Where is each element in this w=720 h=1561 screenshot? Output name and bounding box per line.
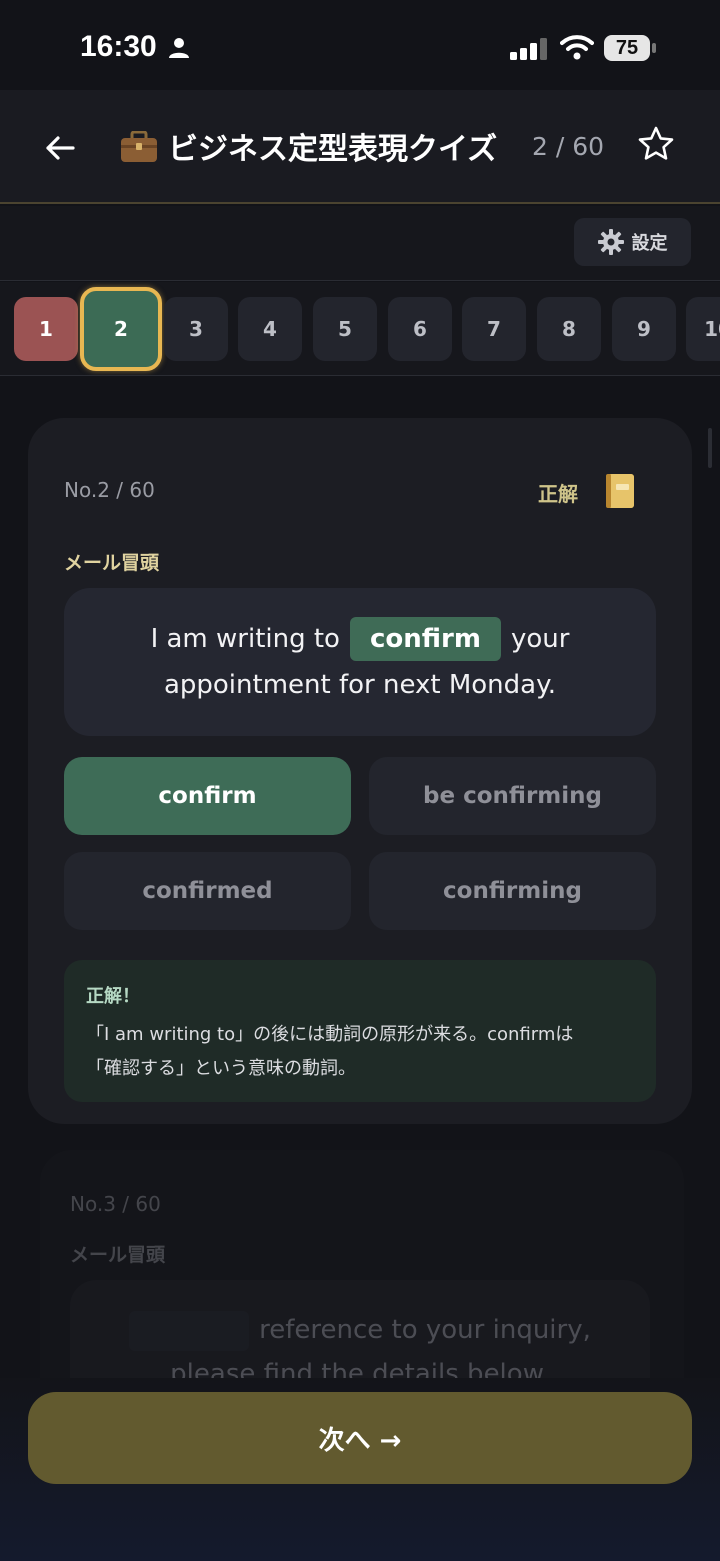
- question-number-strip: 1 2 3 4 5 6 7 8 9 10: [0, 282, 720, 376]
- arrow-left-icon: [46, 136, 75, 160]
- app-header: ビジネス定型表現クイズ 2 / 60: [0, 90, 720, 204]
- question-chip-4[interactable]: 4: [238, 297, 302, 361]
- explanation-box: 正解！ 「I am writing to」の後には動詞の原形が来る。confir…: [64, 960, 656, 1102]
- settings-button[interactable]: 設定: [574, 218, 691, 266]
- question-category: メール冒頭: [64, 552, 160, 574]
- question-chip-1[interactable]: 1: [14, 297, 78, 361]
- question-blank-answer: confirm: [349, 617, 501, 661]
- wifi-icon: [560, 35, 594, 60]
- explanation-title: 正解！: [86, 986, 140, 1007]
- option-be-confirming[interactable]: be confirming: [369, 757, 656, 835]
- cellular-signal-icon: [510, 38, 547, 60]
- question-chip-10[interactable]: 10: [686, 297, 720, 361]
- explanation-line-2: 「確認する」という意味の動詞。: [86, 1058, 356, 1079]
- person-icon: [169, 38, 189, 58]
- scroll-indicator: [708, 428, 712, 468]
- briefcase-icon: [121, 131, 157, 162]
- battery-tip: [652, 43, 656, 53]
- explanation-text: 「I am writing to」の後には動詞の原形が来る。confirmは 「…: [86, 1018, 634, 1086]
- option-confirming[interactable]: confirming: [369, 852, 656, 930]
- battery-indicator: 75: [604, 35, 650, 61]
- option-confirmed[interactable]: confirmed: [64, 852, 351, 930]
- star-icon: [638, 126, 674, 160]
- title-text: ビジネス定型表現クイズ: [168, 132, 498, 167]
- question-text-before: I am writing to: [150, 624, 340, 654]
- question-chip-3[interactable]: 3: [164, 297, 228, 361]
- question-chip-5[interactable]: 5: [313, 297, 377, 361]
- status-bar: 16:30 75: [0, 0, 720, 90]
- question-text-after: your: [510, 624, 570, 654]
- result-tag: 正解: [538, 482, 578, 506]
- question-number: No.2 / 60: [64, 478, 155, 502]
- next-question-category: メール冒頭: [70, 1244, 166, 1266]
- quiz-card: No.2 / 60 正解 メール冒頭 I am writing to confir…: [28, 418, 692, 1124]
- settings-row: 設定: [0, 206, 720, 281]
- gear-icon: [597, 229, 624, 255]
- next-quiz-card-preview: No.3 / 60 メール冒頭 reference to your inquir…: [40, 1150, 684, 1410]
- settings-label: 設定: [631, 233, 668, 254]
- question-chip-2[interactable]: 2: [80, 287, 162, 371]
- question-chip-6[interactable]: 6: [388, 297, 452, 361]
- question-chip-7[interactable]: 7: [462, 297, 526, 361]
- back-button[interactable]: [36, 124, 84, 172]
- question-chip-9[interactable]: 9: [612, 297, 676, 361]
- question-sentence: I am writing to confirm your appointment f…: [64, 588, 656, 736]
- question-text-line2: appointment for next Monday.: [163, 670, 557, 700]
- question-chip-8[interactable]: 8: [537, 297, 601, 361]
- next-question-line-1: reference to your inquiry,: [259, 1315, 591, 1345]
- favorite-button[interactable]: [636, 124, 680, 168]
- status-time: 16:30: [80, 30, 157, 63]
- next-button[interactable]: 次へ →: [28, 1392, 692, 1484]
- next-question-blank: [129, 1310, 250, 1351]
- option-confirm[interactable]: confirm: [64, 757, 351, 835]
- page-title: ビジネス定型表現クイズ: [120, 124, 497, 168]
- next-question-number: No.3 / 60: [70, 1192, 161, 1216]
- notebook-icon[interactable]: [604, 472, 636, 510]
- explanation-line-1: 「I am writing to」の後には動詞の原形が来る。confirmは: [86, 1024, 574, 1045]
- progress-counter: 2 / 60: [532, 132, 605, 161]
